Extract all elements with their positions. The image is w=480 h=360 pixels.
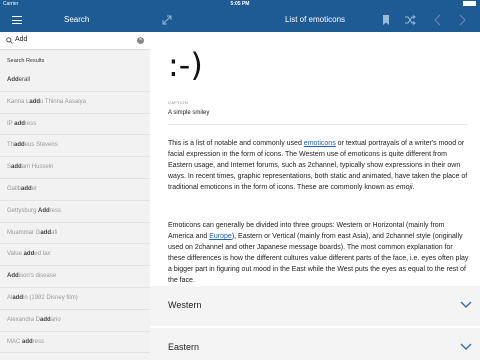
search-result-item[interactable]: Gettysburg Address (0, 201, 150, 223)
article-header: List of emoticons (150, 8, 480, 32)
chevron-down-icon (460, 301, 472, 308)
search-result-item[interactable]: Kanna Laddu Thinna Aasaiya (0, 92, 150, 114)
search-title: Search (64, 15, 90, 24)
battery-indicator (463, 1, 476, 6)
search-result-item[interactable]: H2O: Just Add Water (0, 353, 150, 360)
search-icon (6, 37, 13, 44)
search-result-item[interactable]: Adderall (0, 70, 150, 92)
search-panel: Search Add × Search Results Adderall Kann… (0, 0, 150, 360)
search-results-list: Adderall Kanna Laddu Thinna Aasaiya IP add… (0, 70, 150, 360)
search-value: Add (15, 36, 28, 43)
search-result-item[interactable]: Muammar Gaddafi (0, 223, 150, 245)
search-result-item[interactable]: Thaddeus Stevens (0, 135, 150, 158)
europe-link[interactable]: Europe (209, 233, 232, 240)
search-result-item[interactable]: Value added tax (0, 244, 150, 267)
battery-icon (463, 1, 476, 6)
search-result-item[interactable]: Addison's disease (0, 266, 150, 288)
article-panel: List of emoticons :-) CAPTION A simple s… (150, 0, 480, 360)
article-image: :-) (168, 46, 203, 84)
menu-icon[interactable] (12, 16, 22, 24)
back-icon[interactable] (431, 13, 445, 27)
search-result-item[interactable]: IP address (0, 114, 150, 136)
caption-label: CAPTION (168, 100, 188, 105)
clock: 5:05 PM (230, 1, 250, 7)
search-result-item[interactable]: Saddam Hussein (0, 157, 150, 179)
shuffle-icon[interactable] (403, 13, 417, 27)
search-results-label: Search Results (7, 58, 45, 64)
status-bar: Carrier 5:05 PM (0, 0, 480, 8)
article-paragraph-1: This is a list of notable and commonly u… (168, 140, 468, 191)
section-label: Eastern (168, 342, 200, 352)
section-western[interactable]: Western (150, 286, 480, 326)
emoticons-link[interactable]: emoticons (304, 140, 336, 147)
caption-text: A simple smiley (168, 110, 210, 116)
chevron-down-icon (460, 343, 472, 350)
search-input[interactable]: Add × (0, 32, 150, 50)
clear-search-icon[interactable]: × (137, 37, 144, 44)
caption-divider (168, 124, 468, 125)
forward-icon[interactable] (455, 13, 469, 27)
search-result-item[interactable]: Alexandra Daddario (0, 310, 150, 332)
bookmark-icon[interactable] (379, 13, 393, 27)
search-header: Search (0, 8, 150, 32)
section-label: Western (168, 300, 202, 310)
section-eastern[interactable]: Eastern (150, 328, 480, 360)
article-paragraph-2: Emoticons can generally be divided into … (168, 222, 469, 284)
search-result-item[interactable]: MAC address (0, 332, 150, 354)
search-result-item[interactable]: Gallbadder (0, 179, 150, 201)
search-result-item[interactable]: Aladdin (1992 Disney film) (0, 288, 150, 310)
